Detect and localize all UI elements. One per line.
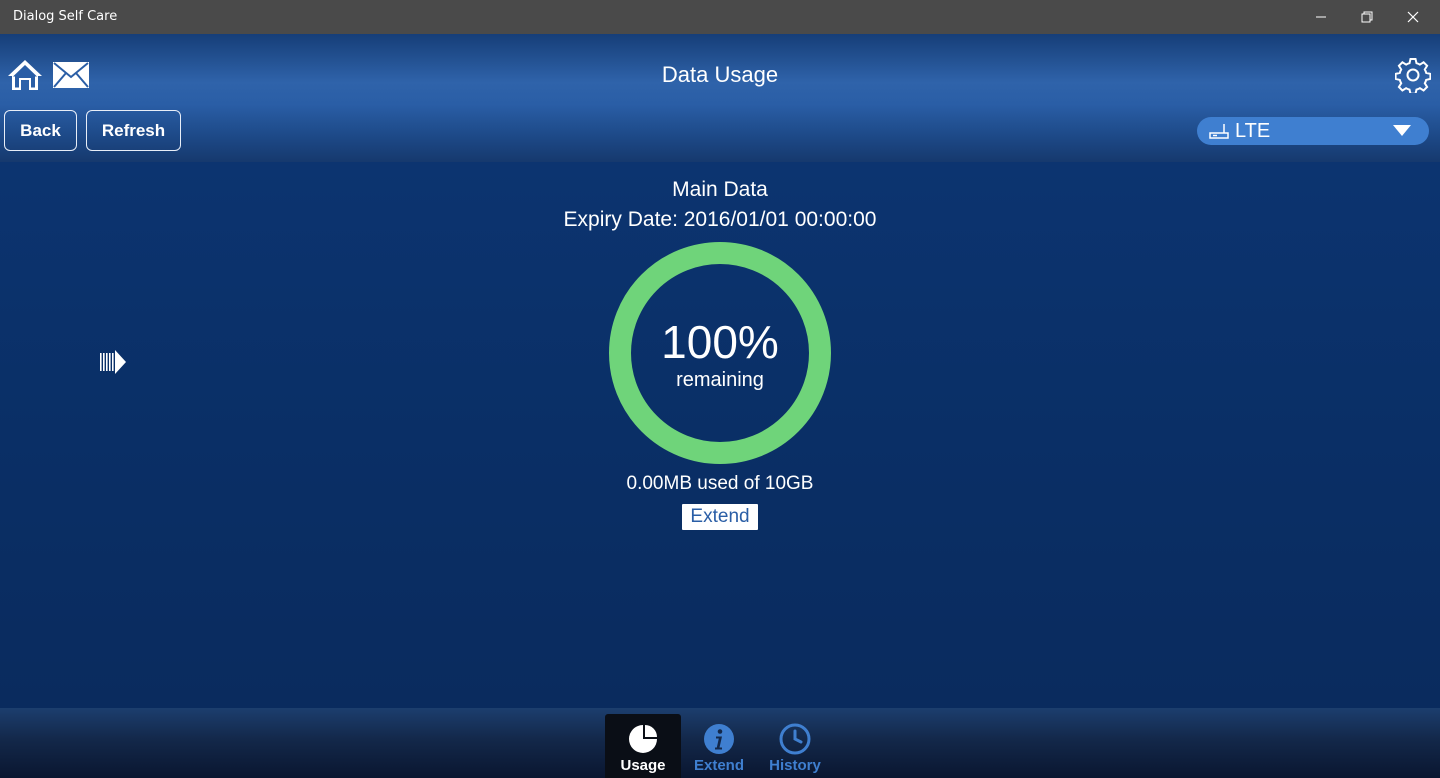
expiry-date: Expiry Date: 2016/01/01 00:00:00: [563, 208, 877, 231]
close-button[interactable]: [1390, 0, 1436, 34]
close-icon: [1407, 11, 1419, 23]
tab-usage-label: Usage: [620, 757, 666, 774]
minimize-icon: [1316, 16, 1326, 18]
remaining-label: remaining: [676, 369, 764, 391]
chevron-down-icon: [1393, 125, 1411, 136]
remaining-percent: 100%: [661, 316, 779, 368]
swipe-arrow-button[interactable]: [99, 350, 127, 379]
plan-name: Main Data: [672, 178, 768, 201]
window-title: Dialog Self Care: [13, 9, 118, 24]
network-dropdown[interactable]: LTE: [1197, 117, 1429, 145]
swipe-right-icon: [100, 350, 126, 374]
network-dropdown-value: LTE: [1235, 120, 1271, 142]
restore-icon: [1361, 11, 1373, 23]
router-icon: [1209, 124, 1229, 139]
tab-extend-label: Extend: [693, 757, 744, 774]
tab-extend[interactable]: Extend: [681, 714, 757, 778]
restore-button[interactable]: [1344, 0, 1390, 34]
refresh-button[interactable]: Refresh: [86, 110, 181, 151]
extend-button[interactable]: Extend: [682, 504, 758, 530]
tab-usage[interactable]: Usage: [605, 714, 681, 778]
info-icon: [704, 724, 734, 754]
minimize-button[interactable]: [1298, 0, 1344, 34]
clock-icon: [779, 723, 811, 755]
usage-ring: 100% remaining: [608, 241, 832, 465]
main-content: Main Data Expiry Date: 2016/01/01 00:00:…: [0, 162, 1440, 708]
page-title: Data Usage: [661, 62, 779, 87]
app-header: Data Usage Back Refresh LTE: [0, 34, 1440, 162]
tab-history[interactable]: History: [757, 714, 833, 778]
used-summary: 0.00MB used of 10GB: [626, 473, 814, 494]
pie-chart-icon: [629, 723, 659, 753]
back-button[interactable]: Back: [4, 110, 77, 151]
gear-icon: [1395, 58, 1431, 93]
tab-history-label: History: [769, 757, 821, 774]
bottom-tab-bar: Usage Extend History: [0, 708, 1440, 778]
settings-button[interactable]: [1394, 56, 1432, 94]
window-titlebar: Dialog Self Care: [0, 0, 1440, 34]
